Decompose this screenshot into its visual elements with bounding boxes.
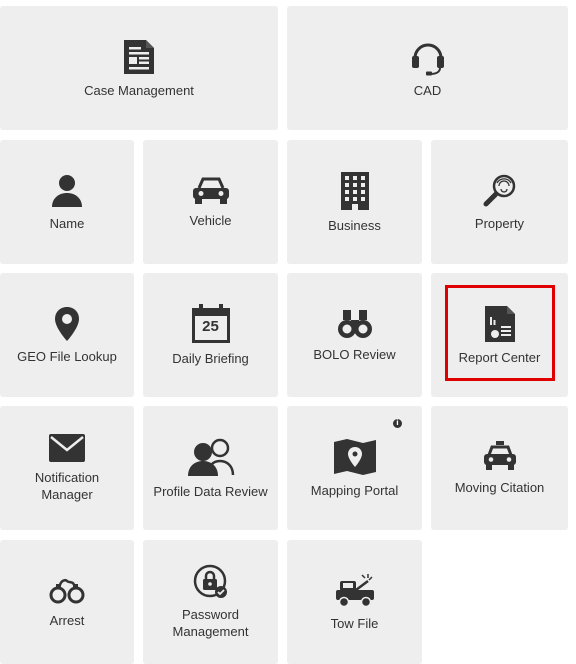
- tile-profile-data-review[interactable]: Profile Data Review: [143, 406, 278, 530]
- tile-arrest[interactable]: Arrest: [0, 540, 134, 664]
- handcuffs-icon: [48, 576, 86, 606]
- envelope-icon: [48, 433, 86, 463]
- tile-cad[interactable]: CAD: [287, 6, 568, 130]
- tile-report-center[interactable]: Report Center: [431, 273, 568, 397]
- lock-check-icon: [193, 564, 229, 600]
- car-icon: [191, 176, 231, 206]
- tile-label: Case Management: [84, 82, 194, 98]
- document-icon: [122, 38, 156, 76]
- tile-label: Report Center: [458, 349, 541, 365]
- tile-label: Mapping Portal: [310, 482, 399, 498]
- tile-label: Tow File: [330, 615, 379, 631]
- tile-label: Moving Citation: [454, 479, 545, 495]
- calendar-icon: 25: [191, 303, 231, 344]
- info-icon[interactable]: i: [393, 419, 402, 428]
- report-chart-icon: [484, 305, 516, 343]
- map-pin-icon: [54, 306, 80, 342]
- tile-label: Name: [49, 215, 85, 231]
- tile-geo-file-lookup[interactable]: GEO File Lookup: [0, 273, 134, 397]
- tile-tow-file[interactable]: Tow File: [287, 540, 422, 664]
- tile-vehicle[interactable]: Vehicle: [143, 140, 278, 264]
- binoculars-icon: [337, 308, 373, 340]
- tile-label: GEO File Lookup: [17, 348, 117, 364]
- tile-mapping-portal[interactable]: Mapping Portal i: [287, 406, 422, 530]
- person-icon: [50, 173, 84, 209]
- tile-business[interactable]: Business: [287, 140, 422, 264]
- tile-label: Arrest: [49, 612, 85, 628]
- tile-label: Password Management: [172, 607, 249, 639]
- tile-bolo-review[interactable]: BOLO Review: [287, 273, 422, 397]
- calendar-day: 25: [202, 317, 219, 335]
- tile-case-management[interactable]: Case Management: [0, 6, 278, 130]
- map-icon: [333, 438, 377, 476]
- headset-icon: [410, 38, 446, 76]
- tile-label: Vehicle: [189, 212, 232, 228]
- tile-label: CAD: [413, 82, 442, 98]
- tile-label: Notification Manager: [34, 470, 100, 502]
- police-car-icon: [482, 440, 518, 473]
- tile-notification-manager[interactable]: Notification Manager: [0, 406, 134, 530]
- tile-password-management[interactable]: Password Management: [143, 540, 278, 664]
- tile-label: Property: [474, 215, 525, 231]
- fingerprint-magnifier-icon: [482, 173, 518, 209]
- tile-label: Business: [328, 217, 381, 233]
- tow-truck-icon: [334, 573, 376, 609]
- tile-property[interactable]: Property: [431, 140, 568, 264]
- tile-daily-briefing[interactable]: 25 Daily Briefing: [143, 273, 278, 397]
- tile-moving-citation[interactable]: Moving Citation: [431, 406, 568, 530]
- tile-label: Profile Data Review: [153, 483, 268, 499]
- building-icon: [340, 171, 370, 211]
- tile-label: BOLO Review: [313, 346, 396, 362]
- users-icon: [186, 437, 236, 477]
- tile-label: Daily Briefing: [172, 350, 249, 366]
- tile-name[interactable]: Name: [0, 140, 134, 264]
